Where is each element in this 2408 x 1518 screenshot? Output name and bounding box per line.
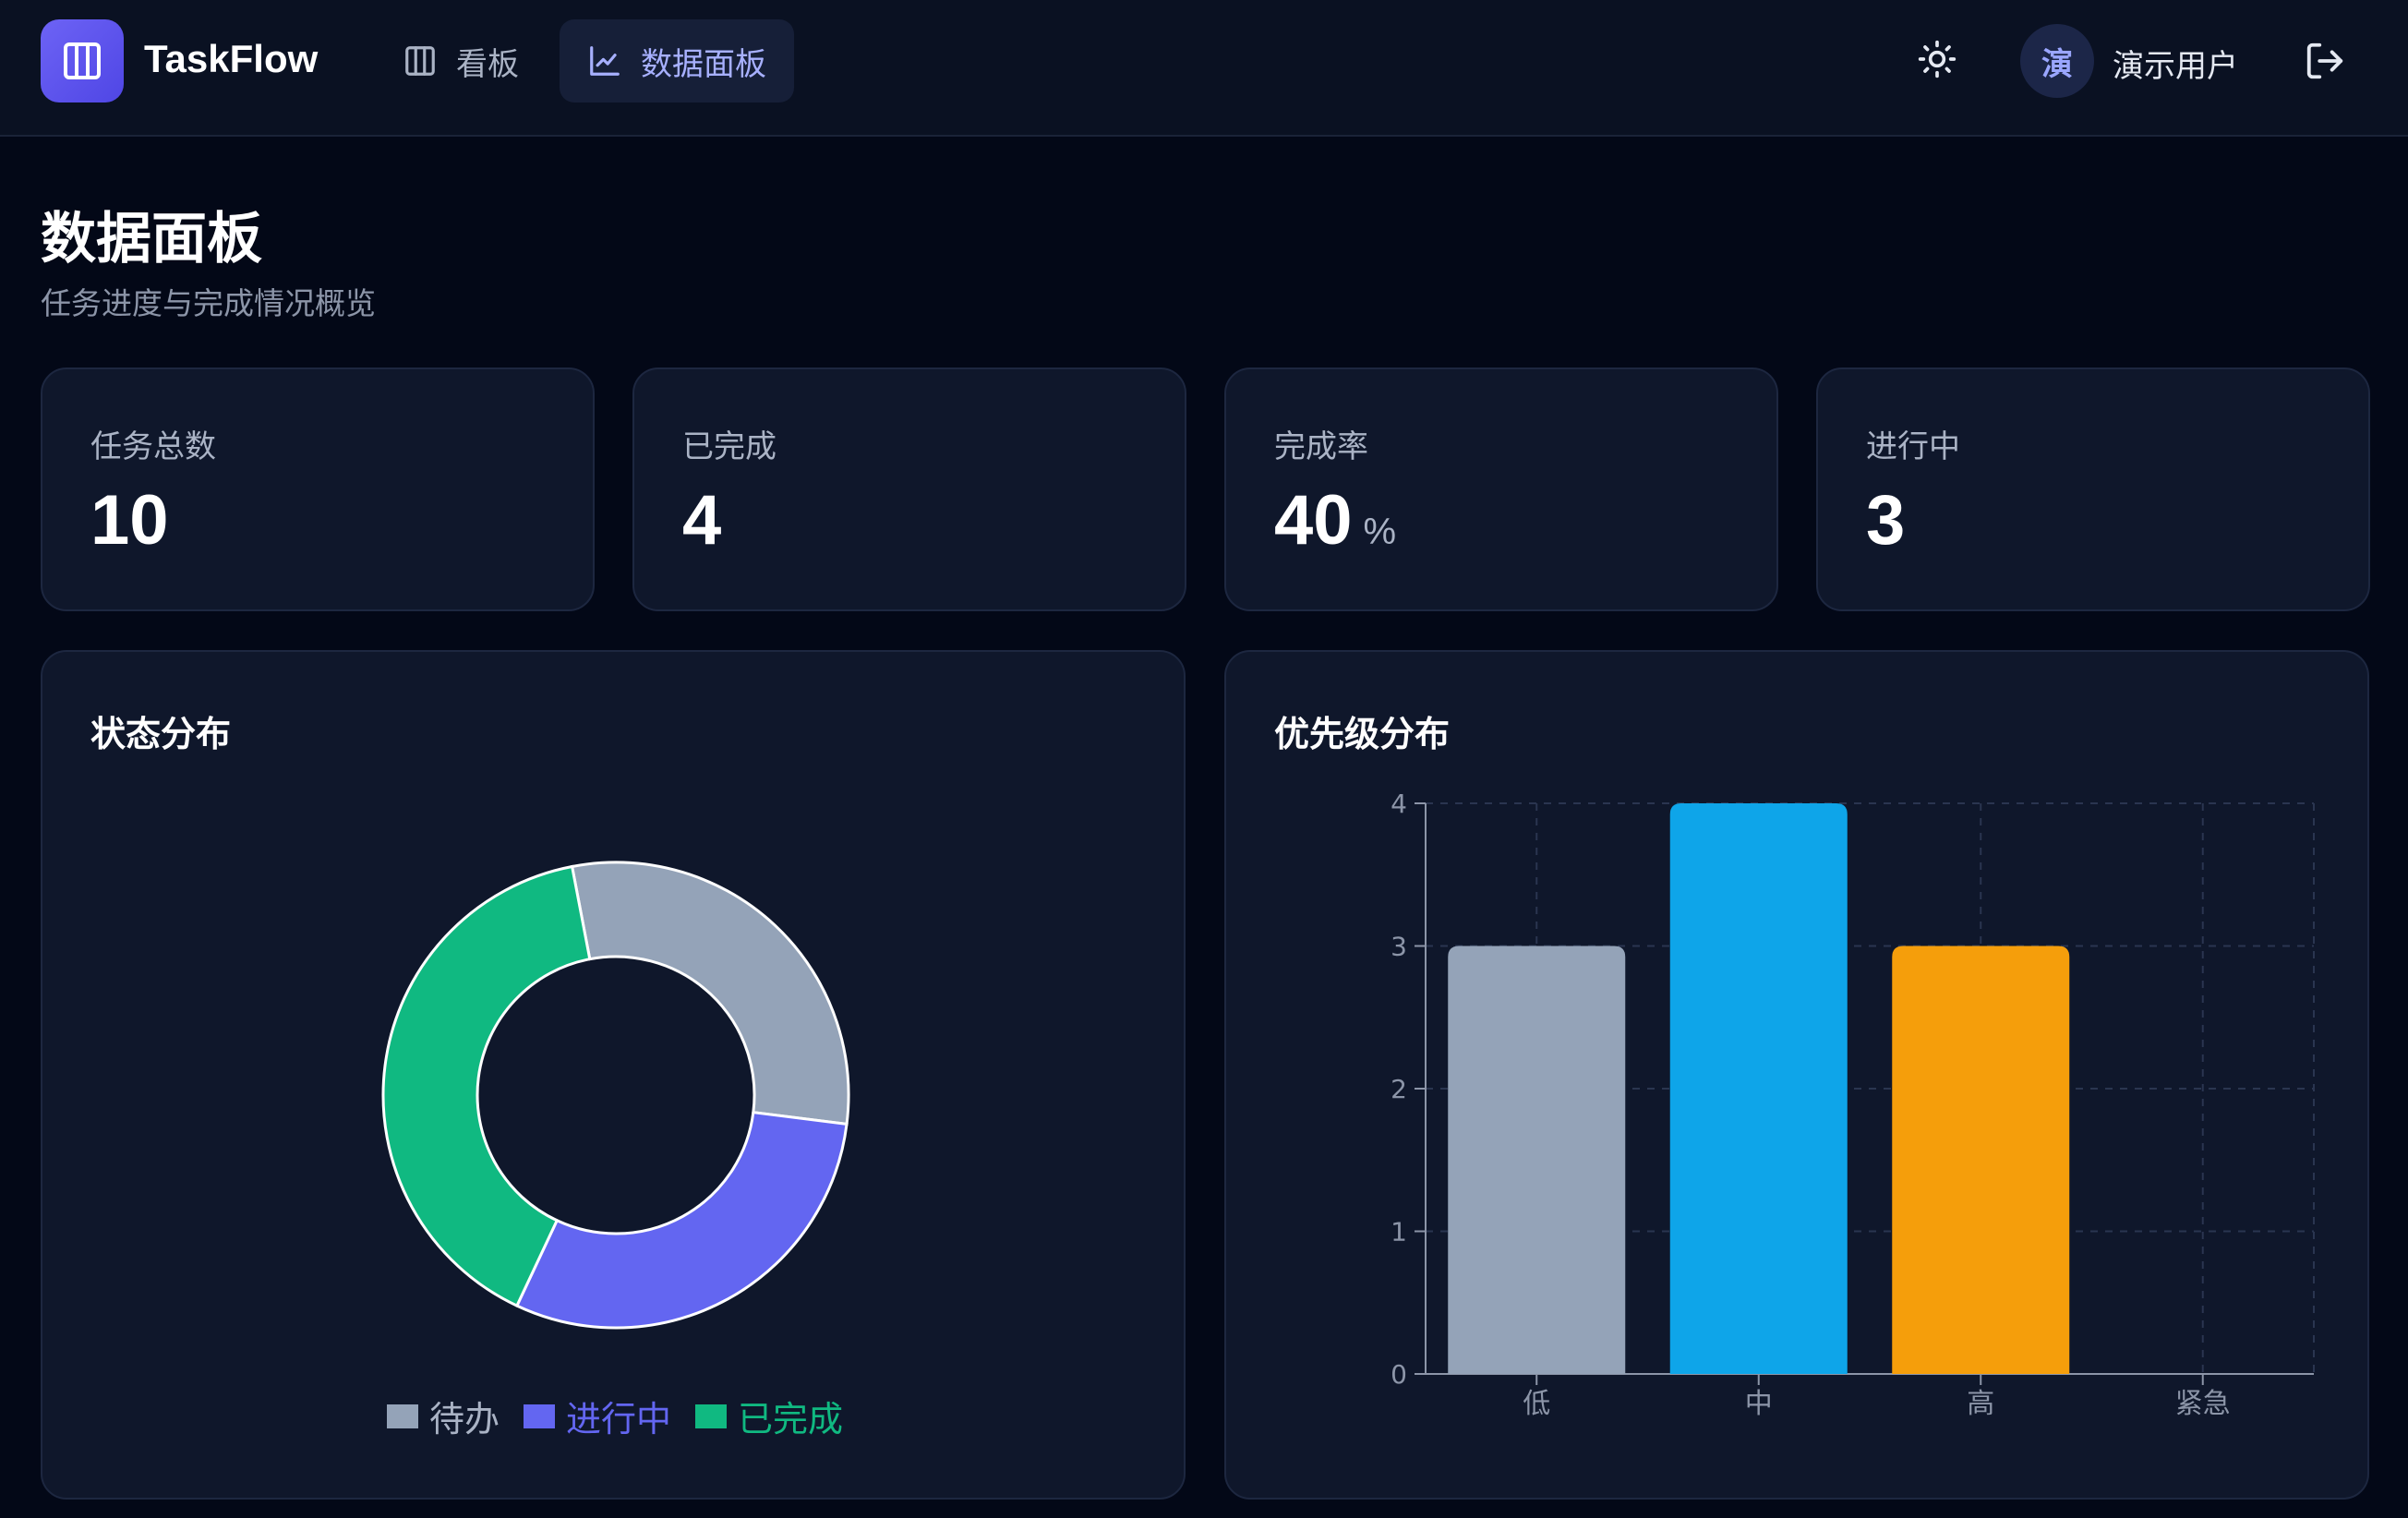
donut-slice-0[interactable] [570, 861, 850, 1126]
legend-item[interactable]: 进行中 [523, 1391, 671, 1441]
y-tick-label: 1 [1391, 1217, 1407, 1247]
stat-card-rate: 完成率 40% [1224, 367, 1778, 611]
theme-toggle-button[interactable] [1909, 31, 1965, 87]
y-tick-label: 4 [1391, 789, 1407, 819]
sun-icon [1918, 40, 1956, 78]
brand-name: TaskFlow [144, 37, 319, 80]
legend-item[interactable]: 待办 [386, 1391, 500, 1441]
stat-value: 3 [1866, 481, 1906, 560]
stat-label: 已完成 [682, 428, 777, 465]
status-chart-card: 状态分布 待办 进行中 已完成 [41, 650, 1186, 1500]
legend-item[interactable]: 已完成 [695, 1391, 843, 1441]
stat-unit: % [1363, 512, 1397, 552]
user-avatar[interactable]: 演 [2020, 24, 2094, 98]
priority-chart-card: 优先级分布 0 1 2 3 4 低中高紧急 [1224, 650, 2369, 1500]
stat-card-total: 任务总数 10 [41, 367, 595, 611]
legend-swatch [695, 1404, 727, 1428]
priority-bar-chart: 0 1 2 3 4 低 中 高 紧急 [1391, 789, 2315, 1420]
legend-swatch [523, 1404, 555, 1428]
logout-icon [2306, 42, 2343, 79]
nav-board-label: 看板 [456, 45, 519, 83]
chart-legend: 待办 进行中 已完成 [42, 1391, 1187, 1441]
legend-label: 已完成 [738, 1399, 844, 1440]
nav-dashboard-label: 数据面板 [641, 45, 766, 83]
app-logo[interactable] [41, 19, 124, 102]
x-tick-label: 紧急 [2175, 1388, 2231, 1420]
top-navbar: TaskFlow 看板 数据面板 演 演示用户 [0, 0, 2408, 137]
donut-slice-1[interactable] [514, 1111, 849, 1330]
stat-label: 完成率 [1274, 428, 1368, 465]
bar-0[interactable] [1448, 946, 1626, 1375]
legend-label: 进行中 [565, 1399, 671, 1440]
y-tick-label: 2 [1391, 1074, 1407, 1104]
y-tick-label: 0 [1391, 1359, 1407, 1390]
columns-icon [64, 42, 101, 79]
nav-board[interactable]: 看板 [375, 19, 547, 102]
bar-2[interactable] [1892, 946, 2070, 1375]
page-subtitle: 任务进度与完成情况概览 [41, 285, 376, 321]
logout-button[interactable] [2297, 33, 2353, 89]
stat-card-in-progress: 进行中 3 [1816, 367, 2370, 611]
stat-card-done: 已完成 4 [632, 367, 1186, 611]
stat-value: 10 [90, 481, 169, 560]
user-name: 演示用户 [2113, 48, 2238, 85]
page-title: 数据面板 [41, 207, 262, 271]
stat-label: 任务总数 [90, 428, 216, 465]
line-chart-icon [590, 46, 620, 76]
columns-icon [405, 46, 435, 76]
legend-label: 待办 [428, 1399, 500, 1440]
status-donut-chart [381, 861, 850, 1330]
x-tick-label: 中 [1745, 1388, 1773, 1420]
legend-swatch [386, 1404, 418, 1428]
stat-label: 进行中 [1866, 428, 1960, 465]
nav-dashboard[interactable]: 数据面板 [560, 19, 794, 102]
stat-value: 40% [1274, 481, 1397, 560]
x-tick-label: 低 [1523, 1388, 1550, 1420]
stat-value: 4 [682, 481, 722, 560]
bar-1[interactable] [1669, 803, 1848, 1374]
x-tick-label: 高 [1967, 1388, 1994, 1420]
y-tick-label: 3 [1391, 932, 1407, 962]
